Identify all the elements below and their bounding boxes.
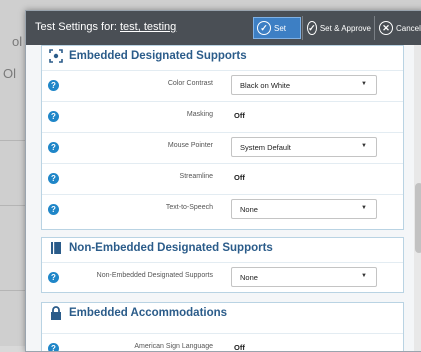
setting-row-non-embedded-supports: ? Non-Embedded Designated Supports None … bbox=[42, 262, 403, 293]
section-title: Embedded Accommodations bbox=[69, 307, 228, 319]
setting-row-streamline: ? Streamline Off bbox=[42, 163, 403, 194]
check-circle-icon: ✓ bbox=[257, 21, 271, 35]
setting-label: Mouse Pointer bbox=[167, 142, 213, 149]
setting-row-text-to-speech: ? Text-to-Speech None ▼ bbox=[42, 194, 403, 225]
select-value: Black on White bbox=[240, 81, 291, 90]
section-header: Non-Embedded Designated Supports bbox=[42, 238, 403, 260]
set-button[interactable]: ✓ Set bbox=[253, 17, 301, 39]
toolbar-separator bbox=[374, 16, 375, 40]
setting-label: Masking bbox=[186, 111, 213, 118]
section-non-embedded-designated-supports: Non-Embedded Designated Supports ? Non-E… bbox=[41, 237, 404, 293]
section-embedded-designated-supports: Embedded Designated Supports ? Color Con… bbox=[41, 45, 404, 230]
section-embedded-accommodations: Embedded Accommodations ? American Sign … bbox=[41, 302, 404, 352]
help-icon[interactable]: ? bbox=[48, 173, 59, 184]
cancel-button-label: Cancel bbox=[396, 23, 421, 33]
backdrop-text: ol bbox=[12, 34, 23, 49]
caret-down-icon: ▼ bbox=[361, 273, 367, 279]
set-button-label: Set bbox=[274, 23, 287, 33]
select-value: None bbox=[240, 205, 258, 214]
setting-row-masking: ? Masking Off bbox=[42, 101, 403, 132]
check-circle-icon: ✓ bbox=[307, 21, 317, 35]
setting-value: Off bbox=[234, 111, 245, 120]
help-icon[interactable]: ? bbox=[48, 343, 59, 351]
setting-row-color-contrast: ? Color Contrast Black on White ▼ bbox=[42, 70, 403, 101]
help-icon[interactable]: ? bbox=[48, 111, 59, 122]
caret-down-icon: ▼ bbox=[361, 205, 367, 211]
select-value: System Default bbox=[240, 143, 291, 152]
setting-label: Text-to-Speech bbox=[165, 204, 213, 211]
help-icon[interactable]: ? bbox=[48, 142, 59, 153]
caret-down-icon: ▼ bbox=[361, 81, 367, 87]
scrollbar-thumb[interactable] bbox=[415, 183, 421, 253]
setting-row-mouse-pointer: ? Mouse Pointer System Default ▼ bbox=[42, 132, 403, 163]
student-name-link[interactable]: test, testing bbox=[120, 21, 176, 33]
book-icon bbox=[51, 242, 61, 254]
lock-icon bbox=[51, 306, 61, 320]
dialog-title: Test Settings for: test, testing bbox=[35, 21, 176, 33]
text-to-speech-select[interactable]: None ▼ bbox=[231, 199, 377, 219]
toolbar-separator bbox=[302, 16, 303, 40]
setting-label: Color Contrast bbox=[167, 80, 213, 87]
setting-value: Off bbox=[234, 173, 245, 182]
caret-down-icon: ▼ bbox=[361, 143, 367, 149]
dialog-title-prefix: Test Settings for: bbox=[35, 21, 117, 33]
dialog-titlebar: Test Settings for: test, testing ✓ Set ✓… bbox=[26, 11, 421, 45]
close-circle-icon: ✕ bbox=[379, 21, 393, 35]
select-value: None bbox=[240, 273, 258, 282]
help-icon[interactable]: ? bbox=[48, 204, 59, 215]
dialog-content[interactable]: Embedded Designated Supports ? Color Con… bbox=[26, 45, 414, 351]
color-contrast-select[interactable]: Black on White ▼ bbox=[231, 75, 377, 95]
mouse-pointer-select[interactable]: System Default ▼ bbox=[231, 137, 377, 157]
help-icon[interactable]: ? bbox=[48, 80, 59, 91]
section-header: Embedded Accommodations bbox=[42, 303, 403, 325]
section-title: Non-Embedded Designated Supports bbox=[69, 242, 273, 254]
section-header: Embedded Designated Supports bbox=[42, 46, 403, 68]
test-settings-dialog: Test Settings for: test, testing ✓ Set ✓… bbox=[25, 10, 421, 352]
setting-label: Non-Embedded Designated Supports bbox=[96, 272, 213, 279]
setting-row-american-sign-language: ? American Sign Language Off bbox=[42, 333, 403, 352]
set-approve-button-label: Set & Approve bbox=[319, 23, 371, 33]
setting-value: Off bbox=[234, 343, 245, 352]
setting-label: Streamline bbox=[179, 173, 213, 180]
focus-frame-icon bbox=[49, 49, 63, 63]
section-title: Embedded Designated Supports bbox=[69, 50, 247, 62]
help-icon[interactable]: ? bbox=[48, 272, 59, 283]
cancel-button[interactable]: ✕ Cancel bbox=[376, 17, 421, 39]
backdrop-text: Ol bbox=[3, 66, 16, 81]
non-embedded-supports-select[interactable]: None ▼ bbox=[231, 267, 377, 287]
set-approve-button[interactable]: ✓ Set & Approve bbox=[304, 17, 374, 39]
setting-label: American Sign Language bbox=[134, 343, 213, 350]
